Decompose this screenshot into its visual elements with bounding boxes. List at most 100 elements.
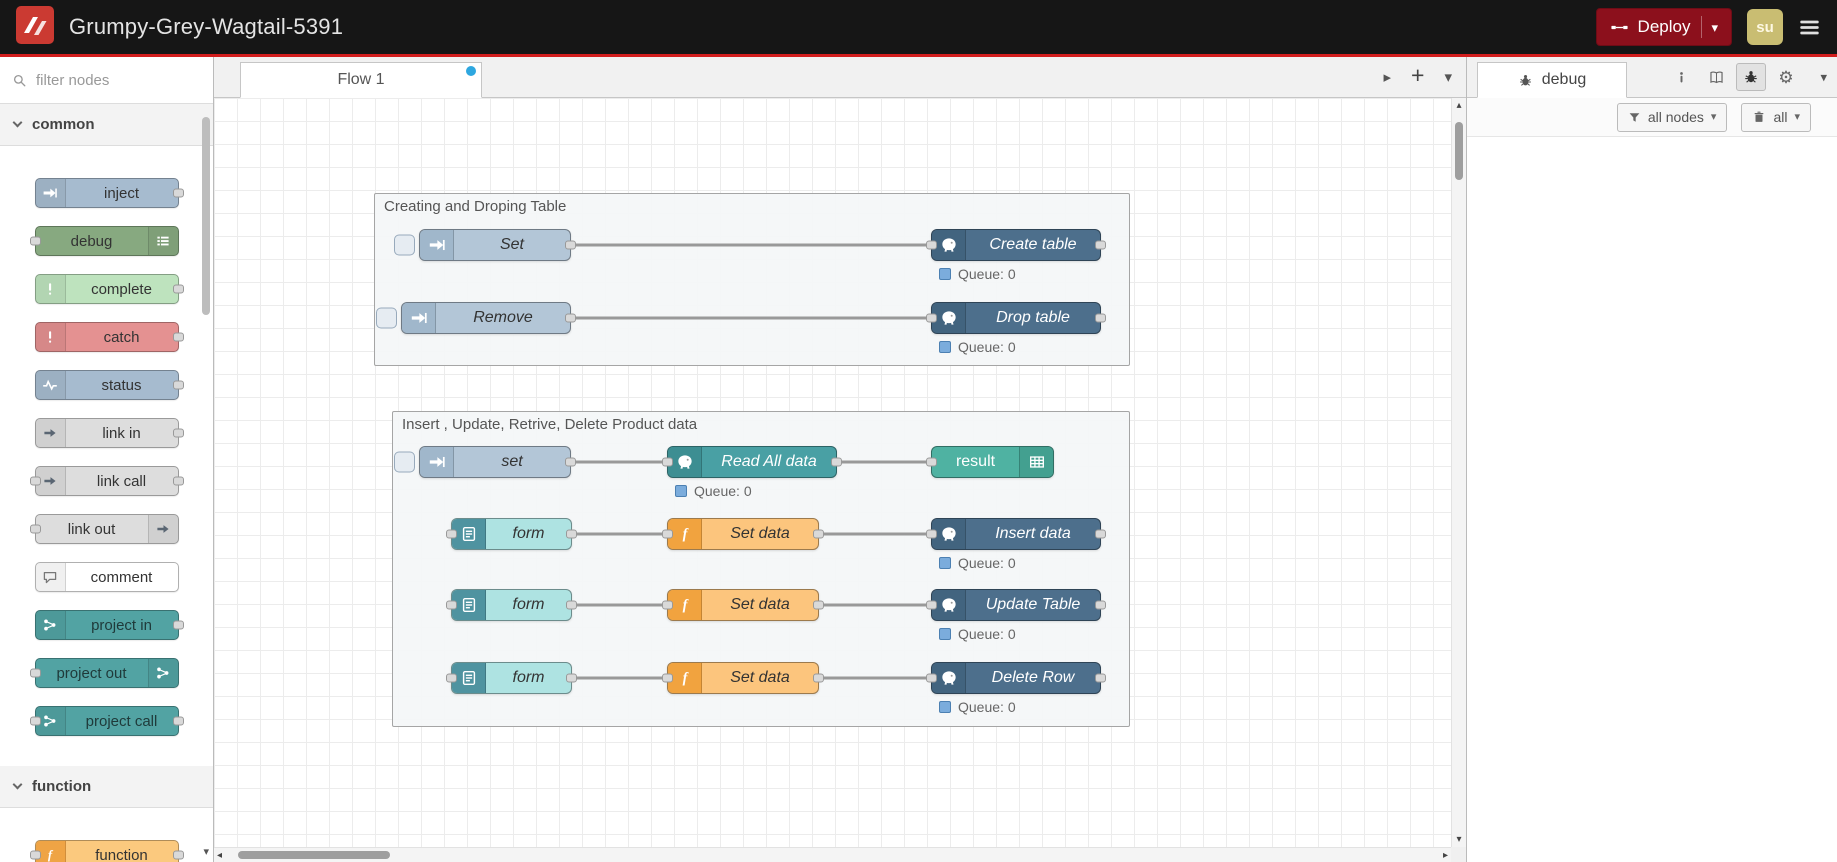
node-port-input[interactable] [926, 529, 937, 539]
node-port-input[interactable] [926, 673, 937, 683]
node-port-input[interactable] [29, 476, 41, 486]
palette-node-debug[interactable]: debug [29, 226, 179, 256]
node-port-output[interactable] [1095, 673, 1106, 683]
gear-icon[interactable]: ⚙ [1771, 63, 1801, 91]
flow-node-function-set-data-3[interactable]: f Set data [662, 662, 824, 694]
node-port-output[interactable] [172, 332, 184, 342]
flow-node-form-2[interactable]: form [446, 589, 577, 621]
inject-button[interactable] [394, 234, 415, 256]
palette-node-catch[interactable]: catch [34, 322, 184, 352]
scroll-down-icon[interactable]: ▾ [1452, 833, 1466, 846]
flow-node-inject-set-lower[interactable]: set [394, 446, 576, 478]
palette-filter-input[interactable] [36, 71, 201, 89]
palette-node-comment[interactable]: comment [34, 562, 179, 592]
scroll-left-icon[interactable]: ◂ [217, 848, 222, 862]
node-port-input[interactable] [662, 529, 673, 539]
palette-node-project-in[interactable]: project in [34, 610, 184, 640]
palette-node-function[interactable]: f function [29, 840, 184, 862]
horizontal-scroll-thumb[interactable] [238, 851, 390, 859]
node-port-output[interactable] [172, 476, 184, 486]
node-port-input[interactable] [29, 716, 41, 726]
palette-node-complete[interactable]: complete [34, 274, 184, 304]
palette-node-link-call[interactable]: link call [29, 466, 184, 496]
flow-node-postgres-update-table[interactable]: Update Table [926, 589, 1106, 621]
node-port-input[interactable] [662, 457, 673, 467]
node-port-output[interactable] [172, 620, 184, 630]
palette-node-status[interactable]: status [34, 370, 184, 400]
node-port-output[interactable] [813, 600, 824, 610]
palette-scroll-down-icon[interactable]: ▾ [203, 847, 209, 858]
node-port-input[interactable] [29, 236, 41, 246]
node-port-output[interactable] [566, 529, 577, 539]
node-port-input[interactable] [926, 240, 937, 250]
node-port-output[interactable] [565, 457, 576, 467]
node-port-output[interactable] [565, 313, 576, 323]
node-port-output[interactable] [813, 673, 824, 683]
palette-node-project-call[interactable]: project call [29, 706, 184, 736]
node-port-output[interactable] [566, 600, 577, 610]
node-port-input[interactable] [926, 457, 937, 467]
flow-node-inject-remove[interactable]: Remove [376, 302, 576, 334]
flow-node-postgres-read-all-data[interactable]: Read All data [662, 446, 842, 478]
palette-node-link-in[interactable]: link in [34, 418, 184, 448]
tab-debug[interactable]: debug [1477, 62, 1627, 98]
tab-flow-1[interactable]: Flow 1 [240, 62, 482, 98]
node-port-input[interactable] [926, 313, 937, 323]
node-port-input[interactable] [29, 668, 41, 678]
flow-node-function-set-data-1[interactable]: f Set data [662, 518, 824, 550]
flow-node-postgres-drop-table[interactable]: Drop table [926, 302, 1106, 334]
flow-node-table-result[interactable]: result [926, 446, 1054, 478]
node-port-input[interactable] [662, 600, 673, 610]
flow-node-form-3[interactable]: form [446, 662, 577, 694]
node-port-input[interactable] [662, 673, 673, 683]
main-menu-icon[interactable] [1798, 16, 1821, 39]
user-avatar[interactable]: su [1747, 9, 1783, 45]
node-port-input[interactable] [446, 673, 457, 683]
palette-category-function[interactable]: function [0, 766, 213, 808]
node-port-output[interactable] [172, 428, 184, 438]
node-port-input[interactable] [446, 600, 457, 610]
tab-scroll-right-icon[interactable]: ▸ [1384, 70, 1392, 85]
deploy-button[interactable]: Deploy ▾ [1595, 8, 1732, 46]
help-tab-icon[interactable] [1701, 63, 1731, 91]
flow-list-caret-icon[interactable]: ▾ [1444, 70, 1452, 85]
node-port-output[interactable] [1095, 529, 1106, 539]
node-port-output[interactable] [172, 380, 184, 390]
node-port-output[interactable] [172, 284, 184, 294]
canvas-horizontal-scrollbar[interactable]: ◂ ▸ [214, 847, 1451, 862]
flow-canvas[interactable]: ▴ ▾ ◂ ▸ Creating and Droping Table Insert… [214, 98, 1466, 862]
add-flow-button[interactable]: + [1411, 64, 1424, 87]
scroll-up-icon[interactable]: ▴ [1452, 99, 1466, 112]
node-port-output[interactable] [172, 850, 184, 860]
info-tab-icon[interactable] [1666, 63, 1696, 91]
node-port-input[interactable] [29, 850, 41, 860]
inject-button[interactable] [376, 307, 397, 329]
palette-node-project-out[interactable]: project out [29, 658, 179, 688]
node-port-input[interactable] [446, 529, 457, 539]
node-port-input[interactable] [926, 600, 937, 610]
node-port-output[interactable] [1095, 313, 1106, 323]
flow-node-inject-set[interactable]: Set [394, 229, 576, 261]
debug-clear-button[interactable]: all ▾ [1741, 102, 1811, 132]
flow-node-postgres-delete-row[interactable]: Delete Row [926, 662, 1106, 694]
node-port-input[interactable] [29, 524, 41, 534]
deploy-options-caret-icon[interactable]: ▾ [1711, 21, 1718, 34]
palette-category-common[interactable]: common [0, 104, 213, 146]
debug-filter-button[interactable]: all nodes ▾ [1616, 102, 1728, 132]
node-port-output[interactable] [565, 240, 576, 250]
node-port-output[interactable] [172, 716, 184, 726]
sidebar-menu-caret-icon[interactable]: ▾ [1820, 71, 1827, 84]
node-port-output[interactable] [1095, 600, 1106, 610]
node-port-output[interactable] [1095, 240, 1106, 250]
debug-tab-icon[interactable] [1736, 63, 1766, 91]
inject-button[interactable] [394, 451, 415, 473]
canvas-vertical-scrollbar[interactable]: ▴ ▾ [1451, 98, 1466, 847]
node-port-output[interactable] [566, 673, 577, 683]
flow-node-postgres-insert-data[interactable]: Insert data [926, 518, 1106, 550]
palette-node-inject[interactable]: inject [34, 178, 184, 208]
flow-node-postgres-create-table[interactable]: Create table [926, 229, 1106, 261]
palette-node-link-out[interactable]: link out [29, 514, 179, 544]
flow-node-form-1[interactable]: form [446, 518, 577, 550]
node-port-output[interactable] [831, 457, 842, 467]
scroll-right-icon[interactable]: ▸ [1443, 848, 1448, 862]
